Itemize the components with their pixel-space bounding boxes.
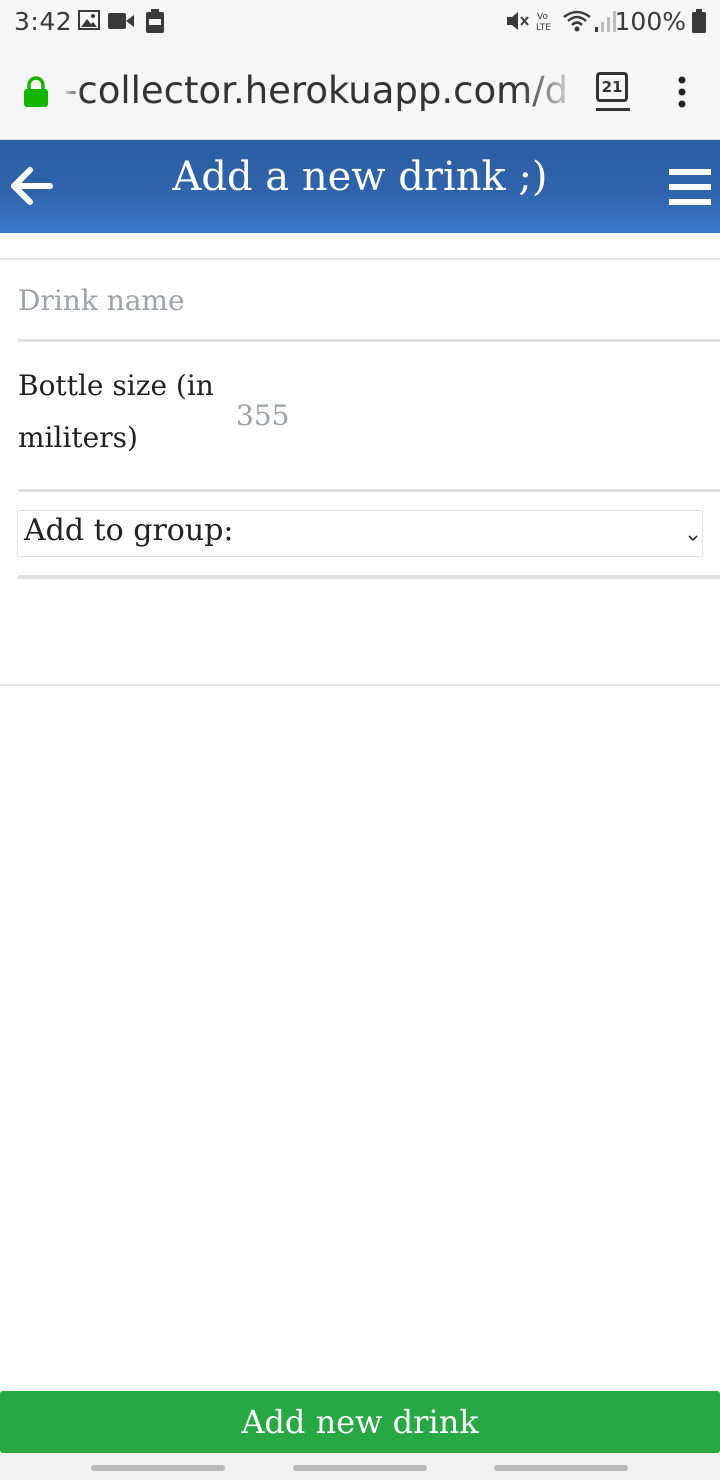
mute-icon — [505, 9, 529, 37]
add-new-drink-button[interactable]: Add new drink — [0, 1391, 720, 1453]
image-icon — [78, 10, 100, 34]
url-fade-right — [520, 64, 580, 120]
chevron-down-icon — [688, 527, 698, 546]
app-header: Add a new drink ;) — [0, 140, 720, 233]
form-divider — [18, 575, 720, 579]
form-divider — [18, 489, 720, 492]
overflow-menu-icon[interactable] — [672, 74, 692, 110]
hamburger-menu-icon[interactable] — [668, 168, 712, 210]
tab-switcher-underline — [596, 108, 630, 111]
nav-home-handle[interactable] — [293, 1465, 427, 1471]
form-divider — [18, 339, 720, 342]
url-fade-left — [62, 64, 82, 120]
drink-name-input[interactable] — [18, 262, 708, 338]
group-select[interactable]: Add to group: — [17, 510, 703, 557]
url-text[interactable]: -collector.herokuapp.com/d — [64, 69, 576, 112]
nav-back-handle[interactable] — [494, 1465, 628, 1471]
form-divider — [0, 684, 720, 686]
svg-text:LTE: LTE — [536, 23, 551, 33]
wifi-icon — [562, 9, 592, 37]
battery-saver-icon — [146, 9, 164, 37]
battery-percent: 100% — [614, 7, 686, 36]
nav-recents-handle[interactable] — [91, 1465, 225, 1471]
page-title: Add a new drink ;) — [172, 154, 548, 200]
bottle-size-label: Bottle size (in militers) — [18, 369, 214, 454]
lock-icon — [22, 76, 50, 112]
status-bar: 3:42 Vo LTE 100% — [0, 0, 720, 44]
status-time: 3:42 — [14, 7, 73, 36]
volte-icon: Vo LTE — [535, 9, 555, 37]
group-select-label: Add to group: — [24, 513, 234, 548]
battery-icon — [692, 9, 706, 37]
tab-switcher-button[interactable]: 21 — [596, 72, 628, 102]
back-arrow-icon[interactable] — [8, 166, 54, 210]
video-icon — [108, 12, 134, 34]
bottle-size-input[interactable] — [236, 393, 696, 437]
svg-text:Vo: Vo — [537, 12, 548, 22]
browser-url-bar: -collector.herokuapp.com/d 21 — [0, 44, 720, 140]
system-nav-bar — [0, 1453, 720, 1480]
form-divider — [0, 258, 720, 260]
